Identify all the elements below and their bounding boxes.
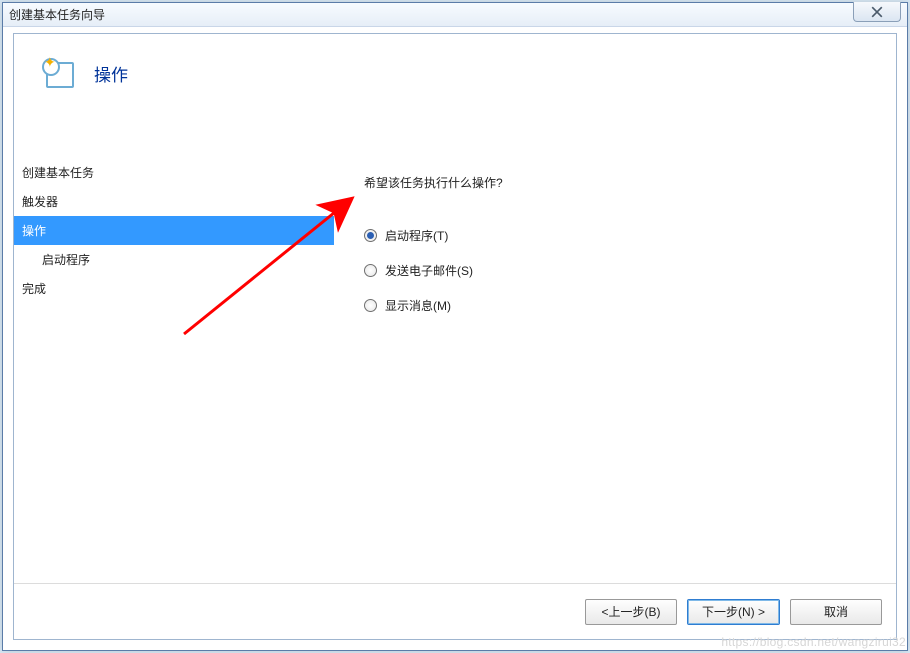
task-scheduler-icon: ✦ — [42, 56, 76, 90]
window-title: 创建基本任务向导 — [9, 6, 105, 23]
cancel-button[interactable]: 取消 — [790, 599, 882, 625]
wizard-footer: <上一步(B) 下一步(N) > 取消 — [14, 583, 896, 639]
close-icon — [871, 6, 883, 18]
sidebar-item-start-program[interactable]: 启动程序 — [14, 245, 334, 274]
radio-input[interactable] — [364, 299, 377, 312]
radio-show-message[interactable]: 显示消息(M) — [364, 297, 886, 314]
back-button[interactable]: <上一步(B) — [585, 599, 677, 625]
radio-send-email[interactable]: 发送电子邮件(S) — [364, 262, 886, 279]
radio-label: 启动程序(T) — [385, 227, 448, 244]
radio-input[interactable] — [364, 264, 377, 277]
next-button[interactable]: 下一步(N) > — [687, 599, 780, 625]
wizard-header: ✦ 操作 — [14, 34, 896, 108]
wizard-window: 创建基本任务向导 ✦ 操作 创建基本任务 触发器 操作 启动程序 完成 希望该任… — [2, 2, 908, 651]
page-title: 操作 — [94, 61, 128, 86]
action-question: 希望该任务执行什么操作? — [364, 174, 886, 191]
radio-start-program[interactable]: 启动程序(T) — [364, 227, 886, 244]
wizard-steps-sidebar: 创建基本任务 触发器 操作 启动程序 完成 — [14, 134, 334, 583]
wizard-body: 创建基本任务 触发器 操作 启动程序 完成 希望该任务执行什么操作? 启动程序(… — [14, 134, 896, 583]
titlebar: 创建基本任务向导 — [3, 3, 907, 27]
radio-input[interactable] — [364, 229, 377, 242]
wizard-main-panel: 希望该任务执行什么操作? 启动程序(T) 发送电子邮件(S) 显示消息(M) — [334, 134, 896, 583]
sidebar-item-create-task[interactable]: 创建基本任务 — [14, 158, 334, 187]
sidebar-item-action[interactable]: 操作 — [14, 216, 334, 245]
watermark-text: https://blog.csdn.net/wangzirui32 — [721, 635, 906, 649]
radio-label: 发送电子邮件(S) — [385, 262, 473, 279]
radio-label: 显示消息(M) — [385, 297, 451, 314]
wizard-content: ✦ 操作 创建基本任务 触发器 操作 启动程序 完成 希望该任务执行什么操作? … — [13, 33, 897, 640]
sidebar-item-finish[interactable]: 完成 — [14, 274, 334, 303]
window-close-button[interactable] — [853, 2, 901, 22]
sidebar-item-trigger[interactable]: 触发器 — [14, 187, 334, 216]
